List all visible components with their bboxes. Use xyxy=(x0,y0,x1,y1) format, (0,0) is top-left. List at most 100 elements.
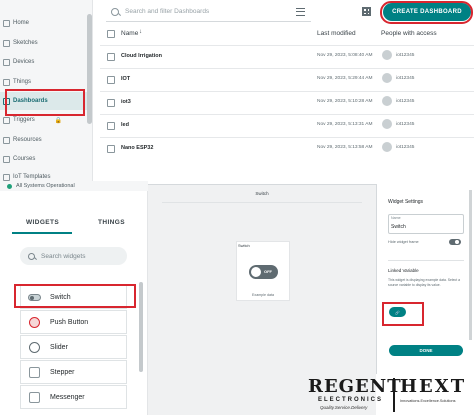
stepper-icon xyxy=(29,366,40,378)
settings-title: Widget Settings xyxy=(388,199,424,205)
example-data-caption: Example data xyxy=(252,293,274,297)
slider-icon xyxy=(29,341,40,353)
linked-variable-title: Linked Variable xyxy=(388,268,419,273)
avatar xyxy=(382,142,392,152)
avatar xyxy=(382,119,392,129)
row-checkbox[interactable] xyxy=(107,122,115,130)
hext-tagline: Innovations.Excellence.Solutions xyxy=(400,399,456,403)
system-status-bar: All Systems Operational xyxy=(0,181,148,191)
device-icon xyxy=(3,58,10,66)
sidebar-item-label: Triggers xyxy=(13,117,35,123)
courses-icon xyxy=(3,155,10,163)
row-checkbox[interactable] xyxy=(107,76,115,84)
dashboard-name[interactable]: Nano ESP32 xyxy=(121,145,153,151)
lock-icon: 🔒 xyxy=(54,117,63,124)
last-modified: Nov 29, 2023, 5:29:44 AM xyxy=(317,76,373,81)
tab-things[interactable]: THINGS xyxy=(98,219,125,226)
sidebar-item-label: Resources xyxy=(13,137,42,143)
dashboard-name[interactable]: led xyxy=(121,122,129,128)
linked-variable-info: This widget is displaying example data. … xyxy=(388,278,460,287)
sort-arrow-icon[interactable]: ↓ xyxy=(139,29,142,35)
owner-name: iot12345 xyxy=(396,76,415,81)
canvas-divider xyxy=(162,202,362,203)
table-row[interactable]: IOT Nov 29, 2023, 5:29:44 AM iot12345 xyxy=(100,68,474,91)
widget-item-push-button[interactable]: Push Button xyxy=(20,310,127,334)
done-button[interactable]: DONE xyxy=(389,345,463,356)
avatar xyxy=(382,96,392,106)
filter-icon[interactable] xyxy=(296,7,305,16)
hext-logo: HEXT xyxy=(400,376,467,397)
widget-search-bar[interactable]: Search widgets xyxy=(20,247,127,265)
sidebar-item-label: Sketches xyxy=(13,40,38,46)
table-row[interactable]: Nano ESP32 Nov 29, 2023, 5:13:58 AM iot1… xyxy=(100,137,474,160)
last-modified: Nov 29, 2023, 5:08:40 AM xyxy=(317,53,373,58)
avatar xyxy=(382,73,392,83)
widget-search-input[interactable]: Search widgets xyxy=(41,253,85,260)
sidebar-scrollbar[interactable] xyxy=(87,14,92,124)
sidebar-item-home[interactable]: Home xyxy=(0,14,88,32)
widget-item-messenger[interactable]: Messenger xyxy=(20,385,127,409)
name-field-value[interactable]: Switch xyxy=(391,224,406,230)
widget-item-slider[interactable]: Slider xyxy=(20,335,127,359)
settings-scrollbar[interactable] xyxy=(469,190,472,340)
avatar xyxy=(382,50,392,60)
active-tab-indicator xyxy=(12,232,72,234)
table-row[interactable]: led Nov 29, 2023, 5:13:31 AM iot12345 xyxy=(100,114,474,137)
column-header-last-modified[interactable]: Last modified xyxy=(317,30,356,37)
sidebar-item-devices[interactable]: Devices xyxy=(0,53,88,71)
search-icon xyxy=(111,7,119,16)
name-field-label: Name xyxy=(391,216,401,220)
widget-item-label: Messenger xyxy=(50,393,85,401)
sidebar-item-label: Devices xyxy=(13,59,35,65)
sidebar-item-label: Courses xyxy=(13,156,36,162)
widget-item-label: Slider xyxy=(50,343,68,351)
hide-frame-label: Hide widget frame xyxy=(388,240,419,244)
owner-name: iot12345 xyxy=(396,99,415,104)
switch-highlight-box xyxy=(14,284,136,308)
sidebar-item-sketches[interactable]: Sketches xyxy=(0,34,88,52)
resources-icon xyxy=(3,136,10,144)
owner-name: iot12345 xyxy=(396,122,415,127)
dashboard-name[interactable]: iot3 xyxy=(121,99,131,105)
messenger-icon xyxy=(29,391,40,403)
owner-name: iot12345 xyxy=(396,145,415,150)
regent-logo: REGENT xyxy=(308,376,402,397)
sidebar-item-resources[interactable]: Resources xyxy=(0,131,88,149)
dashboard-search-bar[interactable]: Search and filter Dashboards xyxy=(106,2,311,22)
hide-frame-toggle-knob xyxy=(455,240,459,244)
dashboard-name[interactable]: Cloud Irrigation xyxy=(121,53,162,59)
last-modified: Nov 29, 2023, 5:13:58 AM xyxy=(317,145,373,150)
grid-view-icon[interactable] xyxy=(362,7,371,16)
table-row[interactable]: Cloud Irrigation Nov 29, 2023, 5:08:40 A… xyxy=(100,45,474,68)
widget-card-title: Switch xyxy=(238,243,250,248)
row-checkbox[interactable] xyxy=(107,99,115,107)
things-icon xyxy=(3,78,10,86)
owner-name: iot12345 xyxy=(396,53,415,58)
row-checkbox[interactable] xyxy=(107,53,115,61)
widget-item-label: Push Button xyxy=(50,318,89,326)
search-icon xyxy=(28,252,35,260)
sidebar-item-label: Home xyxy=(13,20,30,26)
settings-divider xyxy=(388,260,464,261)
widget-item-label: Stepper xyxy=(50,368,75,376)
regent-logo-sub: ELECTRONICS xyxy=(318,397,384,403)
system-status-text: All Systems Operational xyxy=(16,183,75,189)
table-row[interactable]: iot3 Nov 29, 2023, 5:10:28 AM iot12345 xyxy=(100,91,474,114)
sidebar-item-courses[interactable]: Courses xyxy=(0,150,88,168)
column-header-people: People with access xyxy=(381,30,437,37)
trigger-icon xyxy=(3,116,10,124)
row-checkbox[interactable] xyxy=(107,145,115,153)
column-header-name[interactable]: Name xyxy=(121,30,138,37)
sketch-icon xyxy=(3,39,10,47)
last-modified: Nov 29, 2023, 5:10:28 AM xyxy=(317,99,373,104)
select-all-checkbox[interactable] xyxy=(107,30,115,38)
widget-item-stepper[interactable]: Stepper xyxy=(20,360,127,384)
dashboard-search-input[interactable]: Search and filter Dashboards xyxy=(125,8,296,15)
regent-tagline: Quality.Service.Delivery xyxy=(320,405,368,410)
widgets-scrollbar[interactable] xyxy=(139,282,143,372)
switch-toggle-knob xyxy=(251,267,261,277)
dashboard-name[interactable]: IOT xyxy=(121,76,130,82)
tab-widgets[interactable]: WIDGETS xyxy=(26,219,59,226)
last-modified: Nov 29, 2023, 5:13:31 AM xyxy=(317,122,373,127)
status-ok-icon xyxy=(7,183,12,189)
